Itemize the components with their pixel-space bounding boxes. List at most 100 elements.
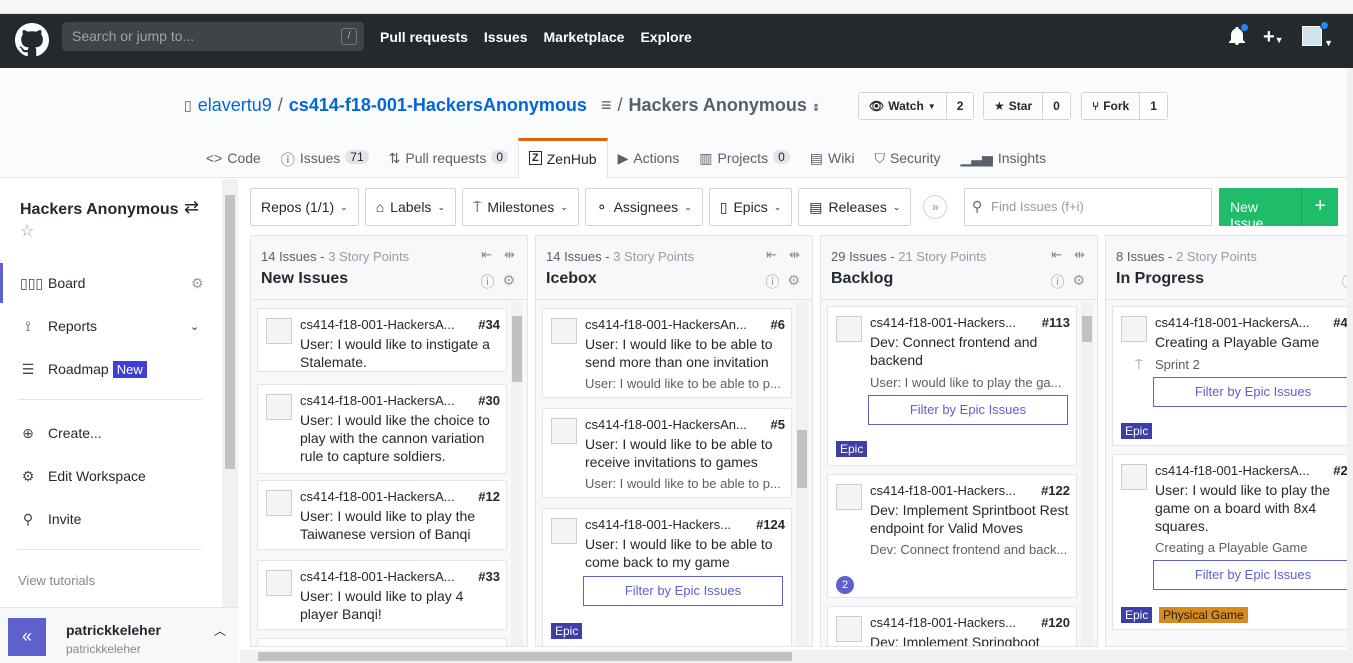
- scroll-thumb[interactable]: [258, 652, 792, 661]
- create-new-plus-icon[interactable]: +▼: [1263, 26, 1284, 49]
- repo-owner-link[interactable]: elavertu9: [198, 95, 272, 116]
- pipeline-name: In Progress: [1116, 270, 1205, 287]
- scroll-thumb[interactable]: [225, 195, 235, 469]
- issue-card[interactable]: cs414-f18-001-HackersA... #33 User: I wou…: [257, 560, 507, 630]
- fork-button[interactable]: ⑂ Fork: [1082, 93, 1141, 119]
- scroll-thumb[interactable]: [1082, 316, 1092, 342]
- card-repo: cs414-f18-001-Hackers... #122: [870, 483, 1070, 498]
- chevron-up-icon[interactable]: ︿: [214, 622, 226, 639]
- search-input[interactable]: Search or jump to... /: [62, 22, 364, 51]
- tab-security[interactable]: ⛉ Security: [864, 138, 950, 178]
- view-tutorials-link[interactable]: View tutorials: [18, 573, 95, 588]
- nav-pull-requests[interactable]: Pull requests: [380, 29, 468, 45]
- pipeline-collapse-icons[interactable]: ⇤ ⇹: [1051, 247, 1085, 263]
- scroll-thumb[interactable]: [512, 316, 522, 382]
- issue-card[interactable]: cs414-f18-001-HackersA... #34 User: I wou…: [257, 308, 507, 372]
- issue-card[interactable]: cs414-f18-001-Hackers... #120 Dev: Implem…: [827, 606, 1077, 646]
- pr-counter: 0: [491, 150, 509, 164]
- github-header: Search or jump to... / Pull requests Iss…: [0, 14, 1353, 68]
- issue-card[interactable]: cs414-f18-001-HackersA... #22 User: I wou…: [1112, 454, 1353, 630]
- sidebar-scrollbar[interactable]: [222, 179, 238, 607]
- favorite-star-icon[interactable]: ☆: [20, 221, 34, 241]
- watch-button[interactable]: 👁 Watch ▼: [859, 93, 947, 119]
- filter-epic-button[interactable]: Filter by Epic Issues: [1153, 377, 1353, 407]
- star-count[interactable]: 0: [1043, 93, 1070, 119]
- eye-icon: 👁: [869, 99, 885, 113]
- tab-wiki[interactable]: ▤ Wiki: [800, 138, 865, 178]
- pipeline-collapse-icons[interactable]: ⇤ ⇹: [481, 247, 515, 263]
- user-avatar-menu[interactable]: ▼: [1301, 21, 1333, 49]
- issue-card[interactable]: cs414-f18-001-HackersA... #30 User: I wou…: [257, 384, 507, 474]
- pipeline-settings-icons[interactable]: ⓘ ⚙: [765, 272, 800, 292]
- nav-issues[interactable]: Issues: [484, 29, 528, 45]
- milestones-filter-button[interactable]: ⍑ Milestones ⌄: [461, 188, 579, 226]
- issue-card[interactable]: cs414-f18-001-HackersAn... #5 User: I wou…: [542, 408, 792, 498]
- filter-epic-button[interactable]: Filter by Epic Issues: [583, 576, 783, 606]
- sidebar-item-roadmap[interactable]: ☰ Roadmap New: [0, 349, 222, 389]
- github-logo-icon[interactable]: [15, 23, 49, 57]
- filter-epic-button[interactable]: Filter by Epic Issues: [868, 395, 1068, 425]
- pipeline-count: 8 Issues - 2 Story Points: [1116, 249, 1257, 264]
- tab-pull-requests[interactable]: ⇅ Pull requests 0: [379, 138, 518, 178]
- new-issue-button[interactable]: New Issue +: [1219, 188, 1338, 231]
- sidebar-item-create[interactable]: ⊕ Create...: [0, 413, 222, 453]
- tab-actions[interactable]: ▶ Actions: [608, 138, 690, 178]
- issue-card[interactable]: cs414-f18-001-Hackers... #124 User: I wou…: [542, 508, 792, 646]
- sidebar-item-reports[interactable]: ⟟ Reports ⌄: [0, 306, 222, 346]
- card-epic: ▯Creating a Playable Game: [1155, 540, 1308, 555]
- collapse-sidebar-button[interactable]: «: [8, 618, 46, 656]
- star-button[interactable]: ★ Star: [984, 93, 1044, 119]
- watch-button-group: 👁 Watch ▼ 2: [858, 92, 975, 120]
- issue-card[interactable]: cs414-f18-001-Hackers... #113 Dev: Connec…: [827, 306, 1077, 466]
- fork-count[interactable]: 1: [1140, 93, 1167, 119]
- pipeline-collapse-icons[interactable]: ⇤ ⇹: [766, 247, 800, 263]
- pipeline-scrollbar[interactable]: [511, 302, 523, 646]
- tab-zenhub[interactable]: Z ZenHub: [518, 138, 608, 178]
- avatar: [266, 570, 292, 596]
- tab-insights[interactable]: ▁▃▅ Insights: [951, 138, 1057, 178]
- tab-issues[interactable]: ⓘ Issues 71: [271, 138, 379, 178]
- issue-card[interactable]: cs414-f18-001-Hackers... #122 Dev: Implem…: [827, 474, 1077, 598]
- repos-filter-button[interactable]: Repos (1/1) ⌄: [250, 188, 359, 226]
- find-issues-input[interactable]: ⚲ Find Issues (f+i): [964, 188, 1212, 226]
- issue-card[interactable]: cs414-f18-001-HackersAn... #6 User: I wou…: [542, 308, 792, 398]
- pipeline-settings-icons[interactable]: ⓘ ⚙: [1050, 272, 1085, 292]
- pipeline-scrollbar[interactable]: [1081, 302, 1093, 646]
- project-icon: ▥: [699, 150, 713, 166]
- fork-label: Fork: [1103, 99, 1130, 113]
- tab-projects[interactable]: ▥ Projects 0: [689, 138, 800, 178]
- assignees-filter-button[interactable]: ⚬ Assignees ⌄: [584, 188, 703, 226]
- issue-card[interactable]: cs414-f18-001-HackersA... #12 User: I wou…: [257, 480, 507, 550]
- notification-dot: [1239, 23, 1249, 32]
- play-icon: ▶: [617, 150, 629, 166]
- issue-card[interactable]: [257, 638, 507, 646]
- gear-icon[interactable]: ⚙: [191, 275, 204, 292]
- board-horizontal-scrollbar[interactable]: [240, 650, 1353, 663]
- sidebar-item-edit-workspace[interactable]: ⚙ Edit Workspace: [0, 456, 222, 496]
- slash-key-hint: /: [341, 28, 357, 45]
- scroll-thumb[interactable]: [797, 430, 807, 488]
- filter-epic-button[interactable]: Filter by Epic Issues: [1153, 560, 1353, 590]
- epics-filter-button[interactable]: ▯ Epics ⌄: [708, 188, 793, 226]
- tab-code[interactable]: <> Code: [196, 138, 271, 178]
- pipeline-scrollbar[interactable]: [796, 302, 808, 646]
- new-issue-plus[interactable]: +: [1302, 188, 1338, 226]
- labels-filter-button[interactable]: ⌂ Labels ⌄: [364, 188, 456, 226]
- releases-filter-button[interactable]: ▤ Releases ⌄: [798, 188, 912, 226]
- menu-lines-icon[interactable]: ≡: [601, 95, 612, 116]
- page-scrollbar[interactable]: [1347, 68, 1353, 663]
- repo-name-link[interactable]: cs414-f18-001-HackersAnonymous: [289, 95, 587, 116]
- more-filters-icon[interactable]: »: [923, 195, 948, 219]
- notifications-bell-icon[interactable]: [1228, 23, 1249, 48]
- watch-count[interactable]: 2: [946, 93, 974, 119]
- nav-explore[interactable]: Explore: [640, 29, 691, 45]
- pipeline-settings-icons[interactable]: ⓘ ⚙: [480, 272, 515, 292]
- sidebar-item-board[interactable]: ▯▯▯ Board ⚙: [0, 263, 222, 303]
- issue-card[interactable]: cs414-f18-001-HackersA... #41 Creating a …: [1112, 306, 1353, 446]
- info-icon: ⓘ: [765, 274, 780, 290]
- nav-marketplace[interactable]: Marketplace: [544, 29, 625, 45]
- sidebar-item-invite[interactable]: ⚲ Invite: [0, 499, 222, 539]
- workspace-switcher[interactable]: Hackers Anonymous ⇕: [628, 95, 820, 116]
- switch-workspace-icon[interactable]: ⇄: [184, 197, 199, 218]
- issues-counter: 71: [345, 150, 369, 164]
